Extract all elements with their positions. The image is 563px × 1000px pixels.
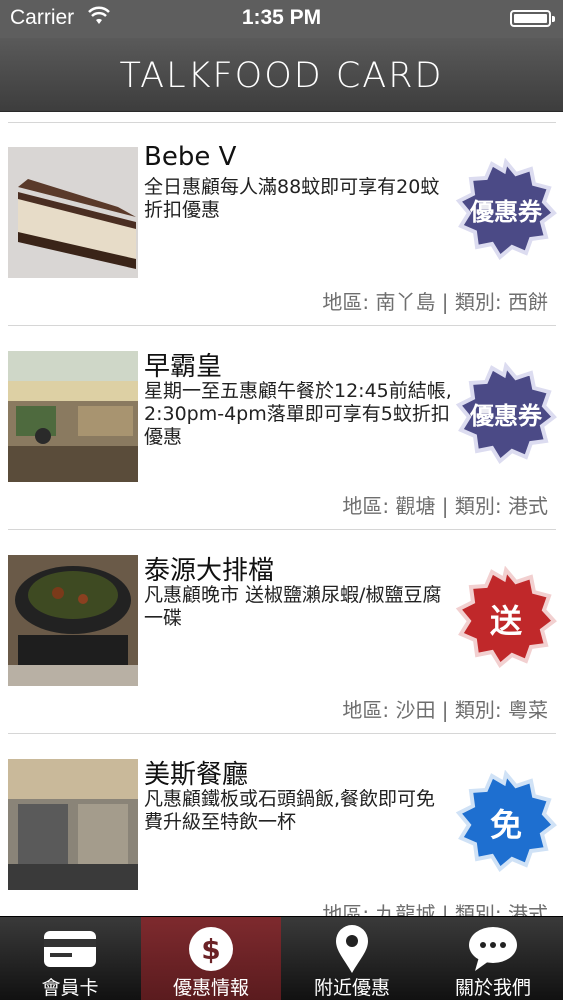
- item-description: 全日惠顧每人滿88蚊即可享有20蚊折扣優惠: [144, 176, 440, 221]
- item-photo-cake: [8, 147, 138, 278]
- item-photo-wok: [8, 555, 138, 686]
- tab-bar: 會員卡 $ 優惠情報 附近優惠 關於我們: [0, 916, 563, 1000]
- tab-member-card[interactable]: 會員卡: [0, 917, 140, 1000]
- nav-bar: TALKFOOD CARD: [0, 38, 563, 112]
- item-name: 泰源大排檔: [144, 556, 275, 586]
- coupon-badge-icon[interactable]: 優惠券: [454, 157, 558, 262]
- badge-label: 免: [489, 806, 522, 844]
- free-badge-icon[interactable]: 免: [454, 769, 558, 874]
- coupon-badge-icon[interactable]: 優惠券: [454, 361, 558, 466]
- battery-icon: [510, 10, 555, 27]
- item-meta: 地區: 觀塘 | 類別: 港式: [342, 494, 548, 518]
- item-description: 凡惠顧鐵板或石頭鍋飯,餐飲即可免費升級至特飲一杯: [144, 788, 436, 833]
- item-name: 早霸皇: [144, 352, 223, 382]
- tab-label: 附近優惠: [313, 977, 390, 999]
- item-description: 星期一至五惠顧午餐於12:45前結帳,2:30pm-4pm落單即可享有5蚊折扣優…: [144, 380, 452, 448]
- location-pin-icon: [336, 925, 368, 973]
- tab-label: 關於我們: [454, 977, 531, 999]
- item-photo-restaurant: [8, 759, 138, 890]
- item-photo-shop: [8, 351, 138, 482]
- svg-text:$: $: [201, 933, 220, 966]
- list-item[interactable]: 美斯餐廳 凡惠顧鐵板或石頭鍋飯,餐飲即可免費升級至特飲一杯 免 地區: 九龍城 …: [0, 734, 563, 916]
- item-name: 美斯餐廳: [144, 760, 249, 790]
- tab-label: 優惠情報: [172, 977, 249, 999]
- list-item[interactable]: 泰源大排檔 凡惠顧晚市 送椒鹽瀨尿蝦/椒鹽豆腐 一碟 送 地區: 沙田 | 類別…: [0, 530, 563, 734]
- list-item[interactable]: Bebe V 全日惠顧每人滿88蚊即可享有20蚊折扣優惠 優惠券 地區: 南丫島…: [0, 122, 563, 326]
- tab-nearby[interactable]: 附近優惠: [282, 917, 422, 1000]
- item-name: Bebe V: [144, 142, 237, 172]
- item-meta: 地區: 南丫島 | 類別: 西餅: [322, 290, 548, 314]
- page-title: TALKFOOD CARD: [119, 56, 444, 96]
- offer-list[interactable]: Bebe V 全日惠顧每人滿88蚊即可享有20蚊折扣優惠 優惠券 地區: 南丫島…: [0, 112, 563, 916]
- dollar-icon: $: [189, 927, 233, 971]
- gift-badge-icon[interactable]: 送: [454, 565, 558, 670]
- tab-about[interactable]: 關於我們: [423, 917, 563, 1000]
- badge-label: 送: [489, 602, 522, 640]
- item-meta: 地區: 九龍城 | 類別: 港式: [322, 902, 548, 916]
- tab-label: 會員卡: [41, 977, 99, 999]
- tab-offers[interactable]: $ 優惠情報: [141, 917, 281, 1000]
- status-bar: Carrier 1:35 PM: [0, 0, 563, 38]
- list-item[interactable]: 早霸皇 星期一至五惠顧午餐於12:45前結帳,2:30pm-4pm落單即可享有5…: [0, 326, 563, 530]
- badge-label: 優惠券: [470, 402, 542, 430]
- clock: 1:35 PM: [241, 6, 322, 29]
- item-meta: 地區: 沙田 | 類別: 粵菜: [342, 698, 548, 722]
- badge-label: 優惠券: [470, 198, 542, 226]
- item-description: 凡惠顧晚市 送椒鹽瀨尿蝦/椒鹽豆腐 一碟: [144, 584, 442, 629]
- card-icon: [44, 931, 96, 967]
- chat-bubble-icon: [469, 927, 517, 971]
